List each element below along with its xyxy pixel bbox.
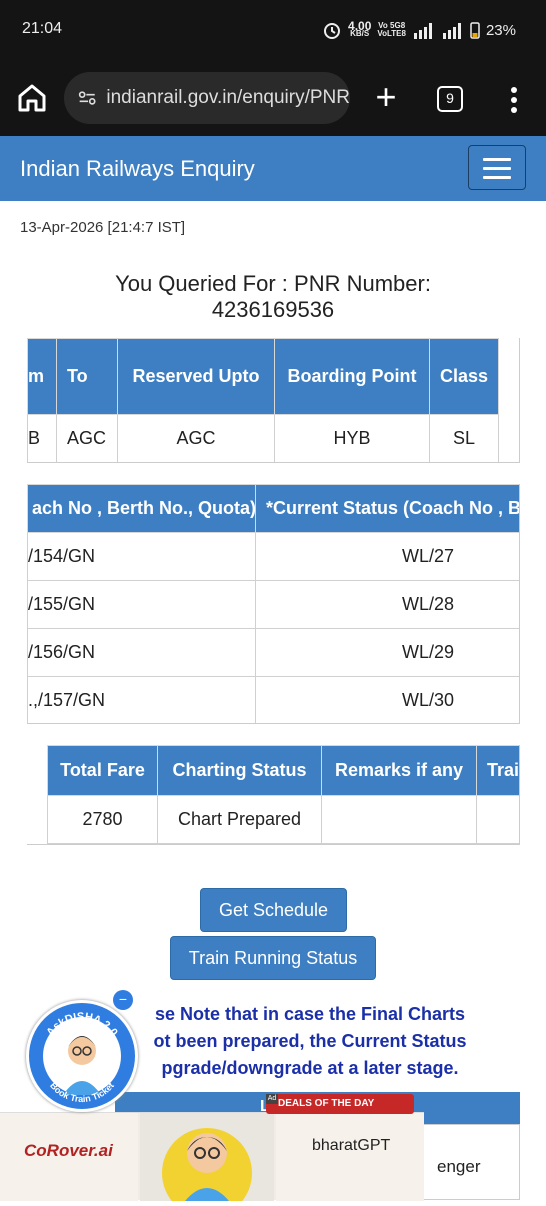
- pnr-query-heading: You Queried For : PNR Number: 4236169536: [0, 271, 546, 323]
- ad-left-panel[interactable]: CoRover.ai: [0, 1113, 138, 1201]
- cell-current-status: WL/30: [255, 676, 519, 723]
- home-icon[interactable]: [16, 82, 48, 114]
- cell-total-fare: 2780: [47, 795, 158, 844]
- mascot-illustration: [162, 1128, 252, 1206]
- site-header: Indian Railways Enquiry: [0, 136, 546, 201]
- col-charting-status: Charting Status: [157, 745, 322, 796]
- cell-from: B: [27, 414, 57, 462]
- corover-logo: CoRover.ai: [24, 1141, 113, 1160]
- volte-indicator: Vo 5G8 VoLTE8: [377, 21, 406, 38]
- passenger-table: ach No , Berth No., Quota) *Current Stat…: [27, 484, 519, 723]
- more-menu-icon[interactable]: [506, 84, 522, 116]
- browser-toolbar: indianrail.gov.in/enquiry/PNR + 9: [0, 60, 546, 136]
- query-timestamp: 13-Apr-2026 [21:4:7 IST]: [20, 219, 186, 236]
- new-tab-plus-icon[interactable]: +: [368, 78, 404, 118]
- ad-mid-panel[interactable]: [140, 1113, 274, 1206]
- ad-right-panel[interactable]: bharatGPT: [276, 1113, 424, 1201]
- askdisha-chat-button[interactable]: AskDISHA 2.0 Book Train Ticket: [26, 1000, 138, 1112]
- passenger-table-container[interactable]: ach No , Berth No., Quota) *Current Stat…: [27, 484, 520, 724]
- cell-current-status: WL/29: [255, 628, 519, 677]
- fare-table: Total Fare Charting Status Remarks if an…: [47, 745, 519, 844]
- note-line: ot been prepared, the Current Status: [153, 1031, 467, 1051]
- clock: 21:04: [22, 20, 63, 37]
- cell-class: SL: [429, 414, 499, 462]
- battery-icon: [470, 22, 480, 39]
- col-train-status: Trai: [476, 745, 519, 796]
- net-speed: 4.00 KB/S: [348, 19, 372, 38]
- disha-text-ring: AskDISHA 2.0 Book Train Ticket: [44, 1011, 119, 1104]
- cell-booking-status: /156/GN: [27, 628, 256, 677]
- col-remarks: Remarks if any: [321, 745, 477, 796]
- site-title[interactable]: Indian Railways Enquiry: [20, 156, 255, 182]
- cell-booking-status: .,/157/GN: [27, 676, 256, 723]
- col-current-status: *Current Status (Coach No , B: [255, 484, 519, 533]
- col-to: To: [56, 338, 118, 415]
- svg-text:AskDISHA 2.0: AskDISHA 2.0: [44, 1011, 119, 1039]
- cell-charting-status: Chart Prepared: [157, 795, 322, 844]
- ad-banner[interactable]: CoRover.ai bharatGPT: [0, 1112, 424, 1206]
- col-reserved-upto: Reserved Upto: [117, 338, 275, 415]
- svg-text:Book Train Ticket: Book Train Ticket: [48, 1080, 116, 1104]
- alarm-icon: [324, 23, 341, 39]
- url-text[interactable]: indianrail.gov.in/enquiry/PNR: [106, 87, 350, 109]
- note-line: pgrade/downgrade at a later stage.: [161, 1058, 459, 1078]
- col-boarding-point: Boarding Point: [274, 338, 430, 415]
- cell-train-status: [476, 795, 519, 844]
- col-class: Class: [429, 338, 499, 415]
- deals-of-the-day-tag: DEALS OF THE DAY: [266, 1094, 414, 1114]
- ad-badge: Ad: [266, 1094, 278, 1104]
- cell-boarding-point: HYB: [274, 414, 430, 462]
- signal-icon: [442, 23, 461, 39]
- disha-minimize-icon[interactable]: −: [113, 990, 133, 1010]
- cell-booking-status: /154/GN: [27, 532, 256, 581]
- train-running-status-button[interactable]: Train Running Status: [170, 936, 376, 980]
- journey-table: m To Reserved Upto Boarding Point Class …: [27, 338, 499, 462]
- signal-5g-icon: [413, 23, 432, 39]
- cell-booking-status: /155/GN: [27, 580, 256, 629]
- note-line: se Note that in case the Final Charts: [154, 1004, 466, 1024]
- cell-current-status: WL/27: [255, 532, 519, 581]
- status-bar: 21:04 4.00 KB/S Vo 5G8 VoLTE8 23%: [0, 0, 546, 60]
- query-label: You Queried For : PNR Number:: [115, 271, 431, 296]
- chart-note: se Note that in case the Final Charts ot…: [100, 1001, 520, 1082]
- status-icons: 4.00 KB/S Vo 5G8 VoLTE8 23%: [322, 20, 516, 40]
- tab-switcher-button[interactable]: 9: [437, 86, 463, 112]
- fare-table-container[interactable]: Total Fare Charting Status Remarks if an…: [27, 745, 520, 845]
- col-total-fare: Total Fare: [47, 745, 158, 796]
- hamburger-menu-button[interactable]: [468, 145, 526, 190]
- cell-to: AGC: [56, 414, 118, 462]
- site-settings-icon[interactable]: [78, 88, 96, 108]
- cell-reserved-upto: AGC: [117, 414, 275, 462]
- pnr-number: 4236169536: [211, 297, 335, 322]
- cell-current-status: WL/28: [255, 580, 519, 629]
- col-from: m: [27, 338, 57, 415]
- address-bar[interactable]: indianrail.gov.in/enquiry/PNR: [64, 72, 350, 124]
- legend-passenger-text: enger: [437, 1157, 481, 1176]
- battery-level: 23%: [485, 21, 516, 39]
- journey-table-container[interactable]: m To Reserved Upto Boarding Point Class …: [27, 338, 520, 463]
- get-schedule-button[interactable]: Get Schedule: [200, 888, 347, 932]
- col-booking-status: ach No , Berth No., Quota): [27, 484, 256, 533]
- cell-remarks: [321, 795, 477, 844]
- bharatgpt-logo: bharatGPT: [312, 1137, 391, 1154]
